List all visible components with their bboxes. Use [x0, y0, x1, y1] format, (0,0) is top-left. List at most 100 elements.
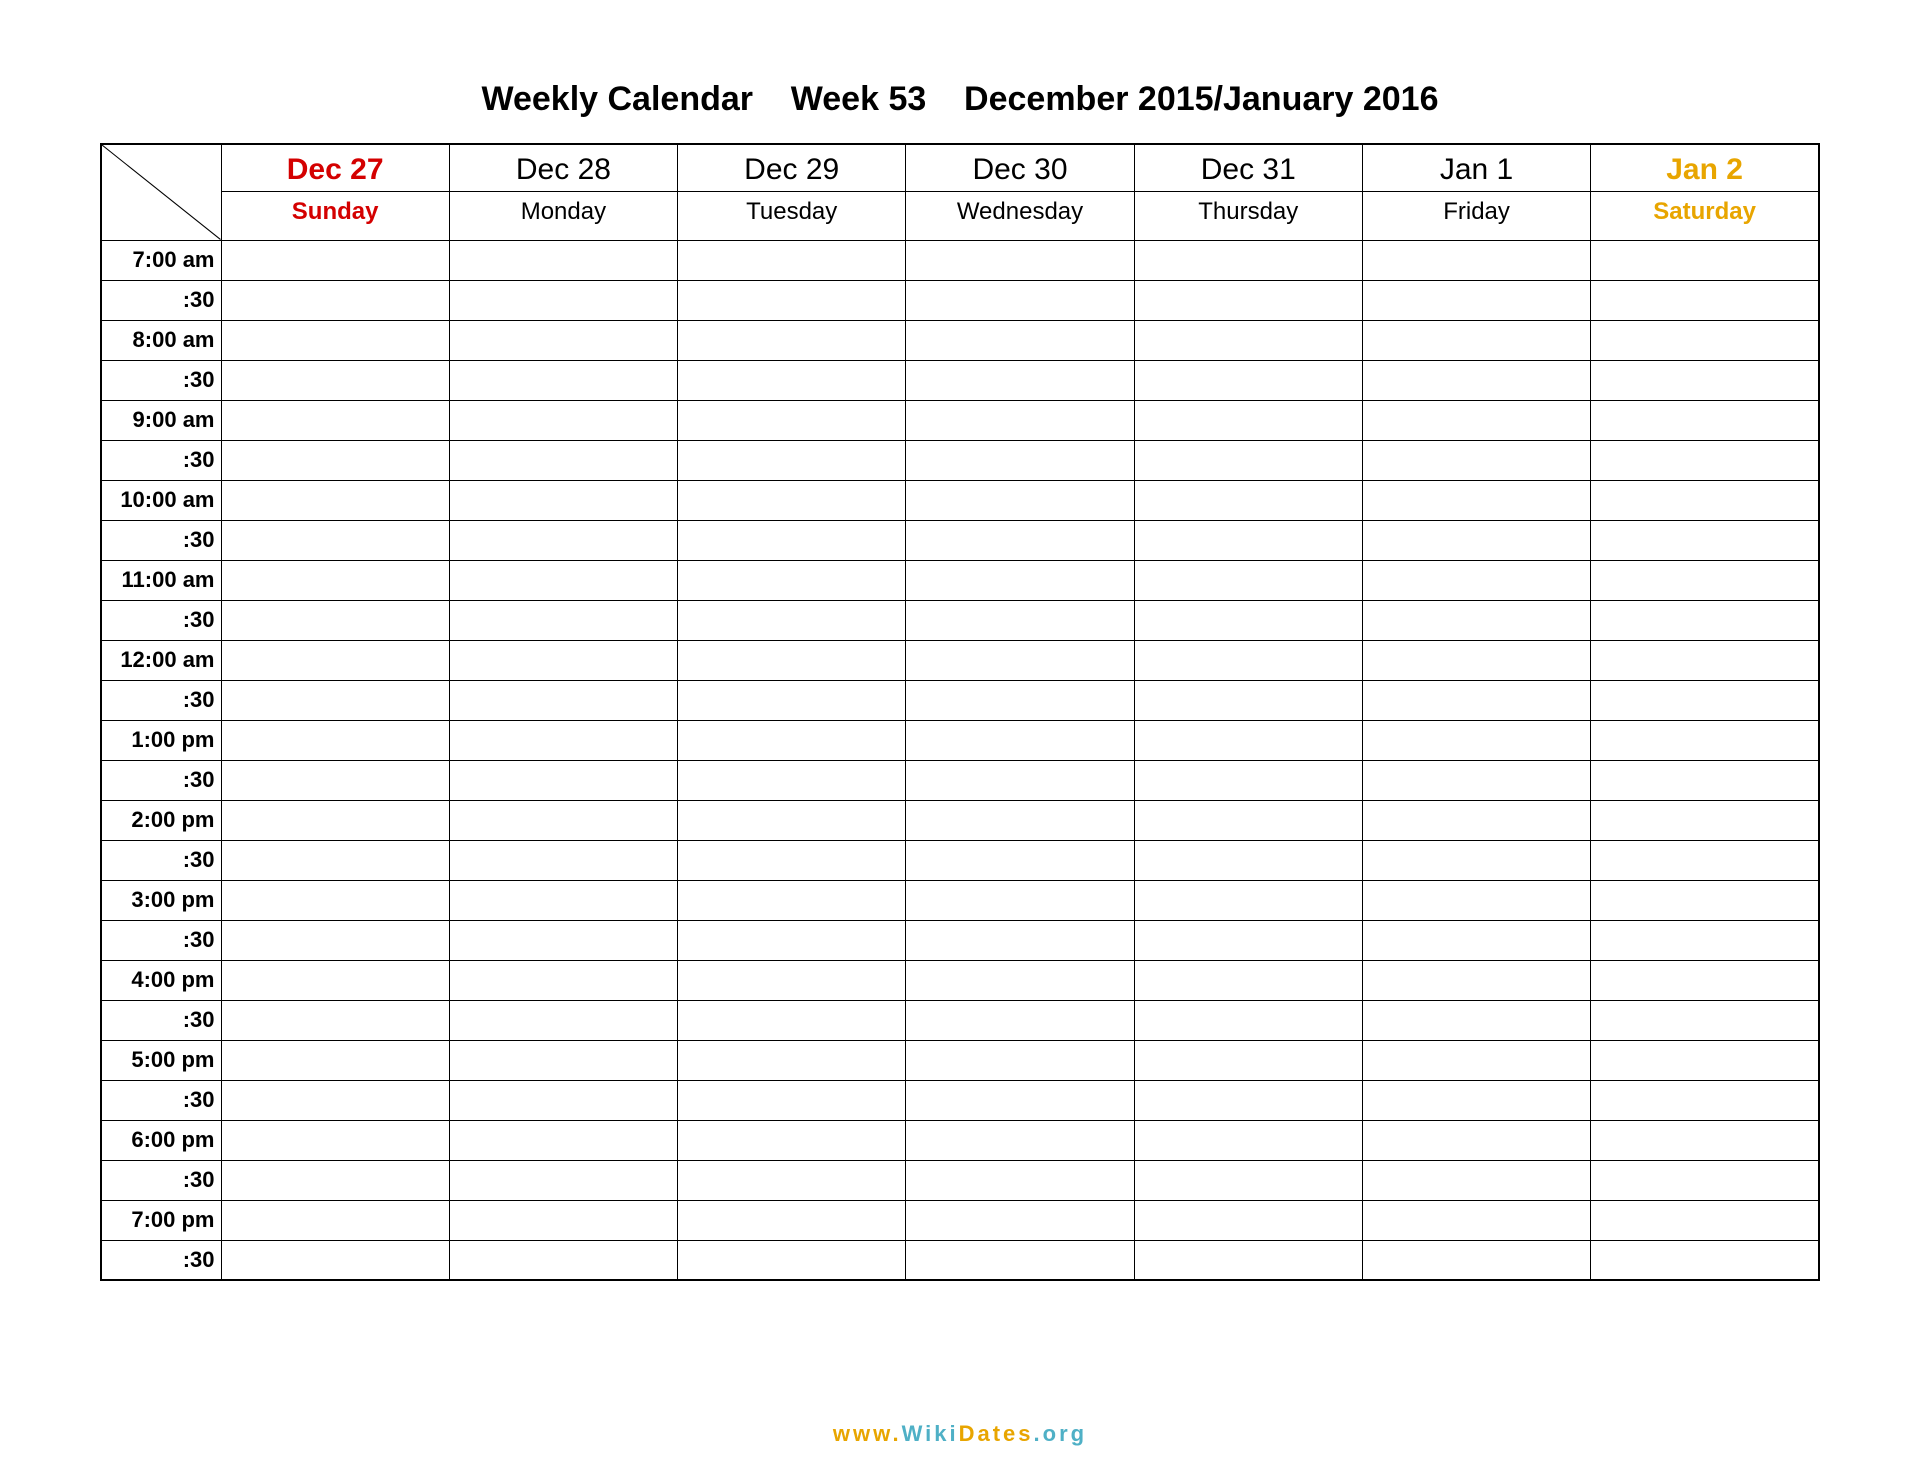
calendar-slot[interactable] — [1591, 560, 1819, 600]
calendar-slot[interactable] — [221, 480, 449, 520]
calendar-slot[interactable] — [1591, 920, 1819, 960]
calendar-slot[interactable] — [906, 1040, 1134, 1080]
calendar-slot[interactable] — [1134, 1200, 1362, 1240]
calendar-slot[interactable] — [1591, 720, 1819, 760]
calendar-slot[interactable] — [1134, 240, 1362, 280]
calendar-slot[interactable] — [449, 680, 677, 720]
calendar-slot[interactable] — [906, 480, 1134, 520]
calendar-slot[interactable] — [221, 840, 449, 880]
calendar-slot[interactable] — [1362, 840, 1590, 880]
calendar-slot[interactable] — [1591, 1160, 1819, 1200]
calendar-slot[interactable] — [1591, 600, 1819, 640]
calendar-slot[interactable] — [1134, 480, 1362, 520]
calendar-slot[interactable] — [906, 800, 1134, 840]
calendar-slot[interactable] — [678, 1000, 906, 1040]
calendar-slot[interactable] — [1362, 960, 1590, 1000]
calendar-slot[interactable] — [678, 1040, 906, 1080]
calendar-slot[interactable] — [1362, 680, 1590, 720]
calendar-slot[interactable] — [1591, 240, 1819, 280]
calendar-slot[interactable] — [221, 680, 449, 720]
calendar-slot[interactable] — [449, 440, 677, 480]
calendar-slot[interactable] — [1591, 1040, 1819, 1080]
calendar-slot[interactable] — [678, 480, 906, 520]
calendar-slot[interactable] — [221, 440, 449, 480]
calendar-slot[interactable] — [221, 720, 449, 760]
calendar-slot[interactable] — [221, 520, 449, 560]
calendar-slot[interactable] — [1134, 320, 1362, 360]
calendar-slot[interactable] — [449, 1000, 677, 1040]
calendar-slot[interactable] — [449, 1240, 677, 1280]
calendar-slot[interactable] — [678, 1200, 906, 1240]
calendar-slot[interactable] — [1591, 880, 1819, 920]
calendar-slot[interactable] — [1591, 400, 1819, 440]
calendar-slot[interactable] — [449, 1200, 677, 1240]
calendar-slot[interactable] — [221, 760, 449, 800]
calendar-slot[interactable] — [906, 440, 1134, 480]
calendar-slot[interactable] — [1591, 680, 1819, 720]
calendar-slot[interactable] — [1362, 240, 1590, 280]
calendar-slot[interactable] — [678, 920, 906, 960]
calendar-slot[interactable] — [1134, 760, 1362, 800]
calendar-slot[interactable] — [678, 960, 906, 1000]
calendar-slot[interactable] — [221, 360, 449, 400]
calendar-slot[interactable] — [221, 1080, 449, 1120]
calendar-slot[interactable] — [678, 440, 906, 480]
calendar-slot[interactable] — [1591, 320, 1819, 360]
calendar-slot[interactable] — [906, 280, 1134, 320]
calendar-slot[interactable] — [449, 1080, 677, 1120]
calendar-slot[interactable] — [906, 840, 1134, 880]
calendar-slot[interactable] — [221, 1040, 449, 1080]
calendar-slot[interactable] — [1362, 280, 1590, 320]
calendar-slot[interactable] — [1591, 280, 1819, 320]
calendar-slot[interactable] — [449, 240, 677, 280]
calendar-slot[interactable] — [1362, 400, 1590, 440]
calendar-slot[interactable] — [906, 640, 1134, 680]
calendar-slot[interactable] — [1362, 1040, 1590, 1080]
calendar-slot[interactable] — [1362, 360, 1590, 400]
calendar-slot[interactable] — [1362, 1080, 1590, 1120]
calendar-slot[interactable] — [449, 800, 677, 840]
calendar-slot[interactable] — [678, 840, 906, 880]
calendar-slot[interactable] — [1591, 1240, 1819, 1280]
calendar-slot[interactable] — [1362, 1240, 1590, 1280]
calendar-slot[interactable] — [449, 920, 677, 960]
calendar-slot[interactable] — [221, 1000, 449, 1040]
calendar-slot[interactable] — [1362, 1000, 1590, 1040]
calendar-slot[interactable] — [906, 1080, 1134, 1120]
calendar-slot[interactable] — [449, 880, 677, 920]
calendar-slot[interactable] — [906, 320, 1134, 360]
calendar-slot[interactable] — [1134, 360, 1362, 400]
calendar-slot[interactable] — [906, 1000, 1134, 1040]
calendar-slot[interactable] — [221, 600, 449, 640]
calendar-slot[interactable] — [221, 800, 449, 840]
calendar-slot[interactable] — [1591, 520, 1819, 560]
calendar-slot[interactable] — [221, 1200, 449, 1240]
calendar-slot[interactable] — [221, 560, 449, 600]
calendar-slot[interactable] — [221, 400, 449, 440]
calendar-slot[interactable] — [449, 1040, 677, 1080]
calendar-slot[interactable] — [449, 840, 677, 880]
calendar-slot[interactable] — [1591, 480, 1819, 520]
calendar-slot[interactable] — [449, 360, 677, 400]
calendar-slot[interactable] — [1591, 960, 1819, 1000]
calendar-slot[interactable] — [449, 560, 677, 600]
calendar-slot[interactable] — [678, 680, 906, 720]
calendar-slot[interactable] — [906, 920, 1134, 960]
footer-link[interactable]: www.WikiDates.org — [0, 1421, 1920, 1447]
calendar-slot[interactable] — [906, 960, 1134, 1000]
calendar-slot[interactable] — [678, 560, 906, 600]
calendar-slot[interactable] — [1134, 840, 1362, 880]
calendar-slot[interactable] — [678, 520, 906, 560]
calendar-slot[interactable] — [1362, 640, 1590, 680]
calendar-slot[interactable] — [1591, 1200, 1819, 1240]
calendar-slot[interactable] — [221, 320, 449, 360]
calendar-slot[interactable] — [1134, 1040, 1362, 1080]
calendar-slot[interactable] — [906, 1120, 1134, 1160]
calendar-slot[interactable] — [1362, 480, 1590, 520]
calendar-slot[interactable] — [221, 280, 449, 320]
calendar-slot[interactable] — [221, 920, 449, 960]
calendar-slot[interactable] — [1134, 1000, 1362, 1040]
calendar-slot[interactable] — [906, 400, 1134, 440]
calendar-slot[interactable] — [221, 240, 449, 280]
calendar-slot[interactable] — [906, 360, 1134, 400]
